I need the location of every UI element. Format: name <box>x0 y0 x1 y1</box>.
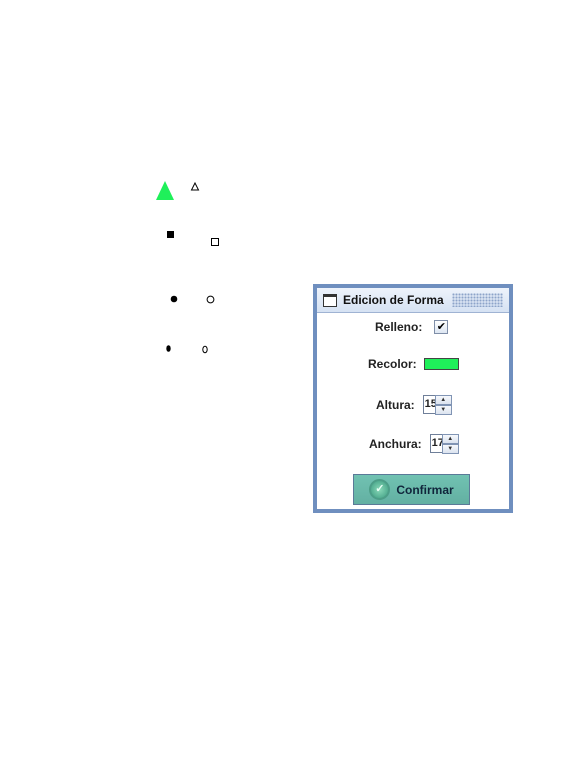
outline-square-shape[interactable] <box>211 238 219 246</box>
outline-triangle-shape[interactable] <box>190 181 200 191</box>
altura-increment-button[interactable]: ▲ <box>434 395 452 405</box>
anchura-increment-button[interactable]: ▲ <box>441 434 459 444</box>
filled-triangle-shape[interactable] <box>156 181 174 200</box>
recolor-swatch[interactable] <box>423 358 459 370</box>
filled-square-shape[interactable] <box>167 231 174 238</box>
relleno-label: Relleno: <box>375 320 423 334</box>
window-icon <box>323 293 337 307</box>
recolor-row: Recolor: <box>368 357 459 371</box>
shape-edit-dialog: Edicion de Forma Relleno: ✔ Recolor: Alt… <box>313 284 513 513</box>
altura-row: Altura: 15 ▲ ▼ <box>376 395 452 415</box>
altura-field[interactable]: 15 <box>422 395 435 414</box>
titlebar-grip <box>451 293 503 307</box>
filled-circle-shape[interactable] <box>170 295 178 303</box>
altura-decrement-button[interactable]: ▼ <box>434 405 452 415</box>
dialog-titlebar[interactable]: Edicion de Forma <box>317 288 509 313</box>
dialog-title: Edicion de Forma <box>343 293 444 307</box>
dialog-content: Relleno: ✔ Recolor: Altura: 15 ▲ ▼ Anchu… <box>317 313 509 509</box>
relleno-row: Relleno: ✔ <box>375 320 449 334</box>
altura-spinner: 15 ▲ ▼ <box>422 395 452 415</box>
check-icon: ✓ <box>369 479 391 500</box>
anchura-label: Anchura: <box>369 437 422 451</box>
filled-ellipse-shape[interactable] <box>166 345 171 352</box>
recolor-label: Recolor: <box>368 357 417 371</box>
anchura-spinner: 17 ▲ ▼ <box>429 434 459 454</box>
outline-circle-shape[interactable] <box>206 295 215 304</box>
anchura-decrement-button[interactable]: ▼ <box>441 444 459 454</box>
altura-label: Altura: <box>376 398 415 412</box>
anchura-row: Anchura: 17 ▲ ▼ <box>369 434 459 454</box>
confirm-label: Confirmar <box>396 482 454 497</box>
anchura-field[interactable]: 17 <box>429 434 442 453</box>
outline-ellipse-shape[interactable] <box>202 345 208 354</box>
confirm-button[interactable]: ✓ Confirmar <box>353 474 470 505</box>
relleno-checkbox[interactable]: ✔ <box>434 320 449 334</box>
